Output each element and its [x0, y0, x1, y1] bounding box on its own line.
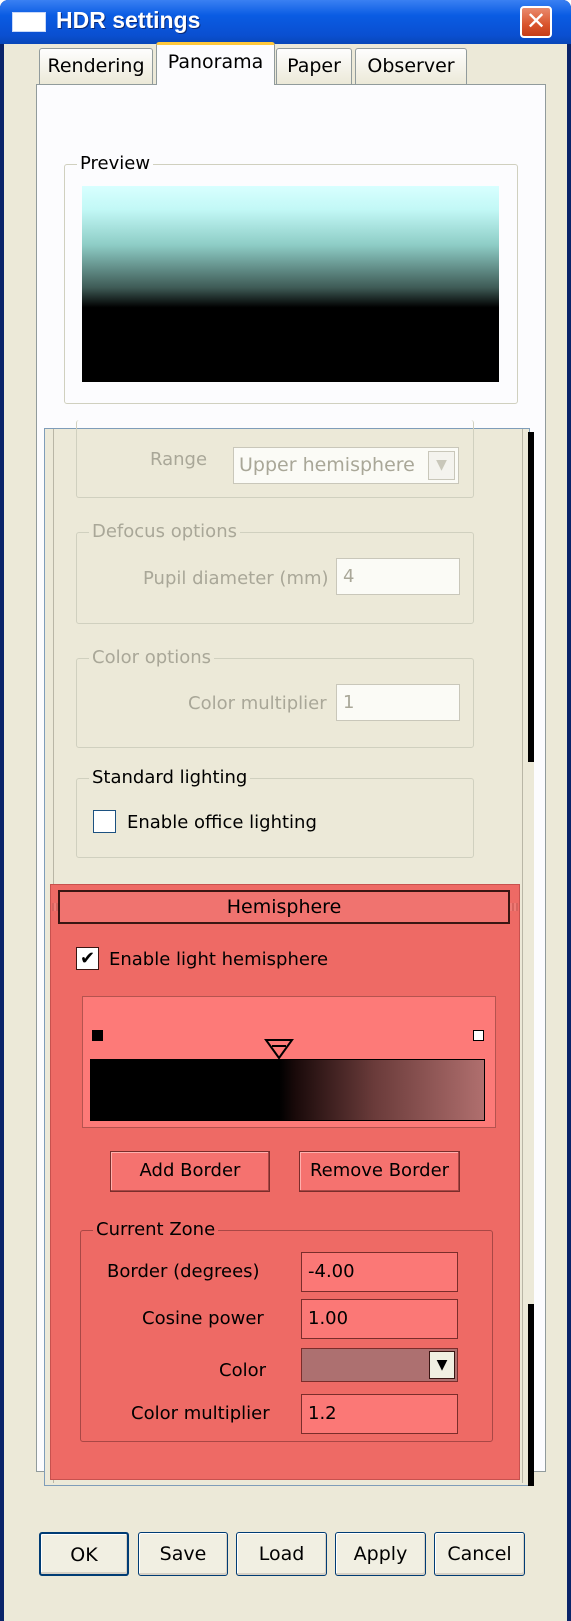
hemisphere-header[interactable]: Hemisphere: [58, 890, 510, 924]
scrollbar-track-upper[interactable]: [528, 432, 534, 762]
border-slider-handle-icon[interactable]: [264, 1038, 294, 1060]
tab-paper[interactable]: Paper: [276, 48, 352, 84]
load-button[interactable]: Load: [236, 1532, 327, 1576]
close-button[interactable]: ✕: [520, 6, 552, 38]
enable-hemisphere-checkbox[interactable]: ✔: [76, 947, 99, 970]
zone-color-label: Color: [219, 1360, 266, 1381]
save-button[interactable]: Save: [138, 1532, 228, 1576]
scrollbar-track-lower[interactable]: [528, 1304, 534, 1486]
window-icon: [12, 12, 46, 32]
preview-legend: Preview: [77, 153, 154, 175]
tab-panorama[interactable]: Panorama: [156, 42, 275, 85]
cosine-power-field[interactable]: 1.00: [301, 1299, 458, 1339]
pupil-diameter-label: Pupil diameter (mm): [143, 568, 329, 589]
cancel-button[interactable]: Cancel: [434, 1532, 525, 1576]
color-options-legend: Color options: [89, 647, 215, 669]
zone-color-multiplier-field[interactable]: 1.2: [301, 1394, 458, 1434]
hemisphere-gradient-bar[interactable]: [90, 1059, 485, 1121]
chevron-down-icon[interactable]: ▼: [429, 1351, 455, 1379]
color-multiplier-label: Color multiplier: [188, 693, 327, 714]
zone-color-multiplier-label: Color multiplier: [131, 1403, 270, 1424]
enable-hemisphere-label[interactable]: Enable light hemisphere: [109, 949, 328, 971]
window-title: HDR settings: [56, 7, 201, 33]
range-label: Range: [150, 449, 208, 470]
remove-border-button[interactable]: Remove Border: [299, 1151, 460, 1192]
tab-observer[interactable]: Observer: [355, 48, 467, 84]
cosine-power-label: Cosine power: [142, 1308, 264, 1329]
zone-color-select[interactable]: ▼: [301, 1348, 458, 1382]
current-zone-legend: Current Zone: [93, 1219, 219, 1241]
color-multiplier-field[interactable]: 1: [336, 684, 460, 721]
add-border-button[interactable]: Add Border: [110, 1151, 270, 1192]
office-lighting-checkbox[interactable]: [93, 810, 116, 833]
start-stop-marker[interactable]: [92, 1030, 103, 1041]
range-select-value: Upper hemisphere: [239, 454, 415, 476]
defocus-legend: Defocus options: [89, 521, 240, 543]
vertical-scrollbar[interactable]: [528, 432, 534, 1486]
panorama-preview-image: [82, 186, 499, 382]
standard-lighting-legend: Standard lighting: [89, 767, 251, 789]
apply-button[interactable]: Apply: [335, 1532, 426, 1576]
office-lighting-label[interactable]: Enable office lighting: [127, 812, 317, 834]
border-degrees-field[interactable]: -4.00: [301, 1252, 458, 1292]
pupil-diameter-field[interactable]: 4: [336, 558, 460, 595]
end-stop-marker[interactable]: [473, 1030, 484, 1041]
title-bar[interactable]: HDR settings ✕: [0, 0, 571, 44]
tab-rendering[interactable]: Rendering: [39, 48, 153, 84]
border-degrees-label: Border (degrees): [107, 1261, 260, 1282]
chevron-down-icon[interactable]: ▼: [428, 451, 455, 480]
ok-button[interactable]: OK: [39, 1532, 129, 1576]
range-select[interactable]: Upper hemisphere ▼: [233, 447, 459, 484]
